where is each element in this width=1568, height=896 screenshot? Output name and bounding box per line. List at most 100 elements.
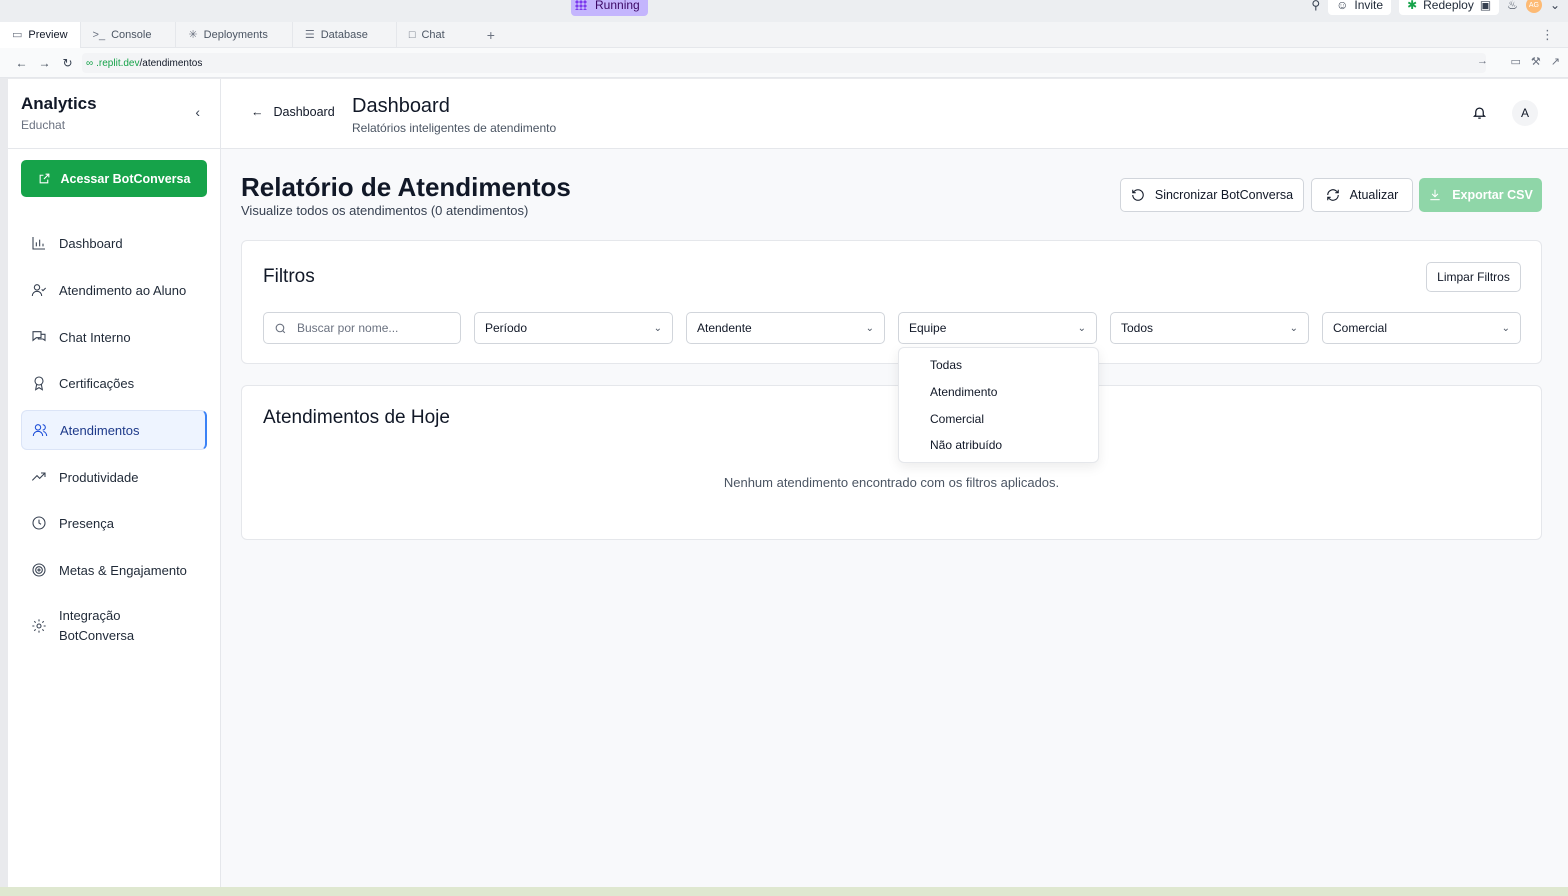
rotate-ccw-icon	[1132, 189, 1144, 201]
sidebar-item-dashboard[interactable]: Dashboard	[21, 223, 207, 263]
bottom-strip	[0, 887, 1568, 896]
sidebar-item-integracao[interactable]: Integração BotConversa	[21, 601, 207, 651]
page-header-title: Dashboard	[352, 95, 450, 117]
chevron-left-icon[interactable]: ‹	[195, 104, 200, 120]
page-title: Relatório de Atendimentos	[241, 172, 571, 202]
refresh-icon	[1326, 189, 1339, 201]
user-avatar[interactable]: AG	[1525, 0, 1542, 13]
monitor-icon: ▭	[12, 29, 23, 41]
url-domain: .replit.dev	[96, 57, 140, 69]
bell-icon[interactable]: ♨	[1507, 0, 1518, 12]
page-header-subtitle: Relatórios inteligentes de atendimento	[352, 121, 557, 135]
reload-icon[interactable]: ↻	[56, 56, 79, 70]
url-bar-actions: ▭ ⚒ ↗	[1511, 55, 1561, 68]
external-link-icon	[39, 173, 49, 184]
status-select[interactable]: Todos ⌄	[1110, 312, 1309, 344]
workspace-tabs: ▭ Preview >_ Console ✳ Deployments ☰ Databas…	[0, 21, 1568, 48]
filters-title: Filtros	[263, 266, 315, 287]
sidebar-item-integracao-label: Integração BotConversa	[59, 608, 135, 643]
copy-icon: ▣	[1479, 0, 1492, 12]
sidebar-item-certificacoes[interactable]: Certificações	[21, 363, 207, 403]
sidebar-title: Analytics	[21, 94, 97, 113]
database-icon: ☰	[304, 29, 315, 41]
back-to-dashboard-button[interactable]: ← Dashboard	[251, 105, 335, 119]
chevron-down-icon: ⌄	[865, 322, 874, 334]
refresh-button[interactable]: Atualizar	[1311, 178, 1413, 212]
equipe-option-comercial[interactable]: Comercial	[930, 412, 984, 426]
tab-chat[interactable]: □ Chat	[397, 22, 473, 48]
devices-icon[interactable]: ▭	[1511, 55, 1521, 68]
sidebar-item-metas[interactable]: Metas & Engajamento	[21, 550, 207, 590]
bell-icon[interactable]	[1472, 105, 1487, 125]
target-icon	[31, 562, 47, 578]
bar-chart-icon	[31, 235, 47, 251]
tab-console[interactable]: >_ Console	[81, 21, 177, 48]
award-icon	[31, 375, 47, 391]
chevron-down-icon[interactable]: ⌄	[1550, 0, 1560, 12]
forward-arrow-icon[interactable]: →	[33, 56, 56, 70]
search-icon[interactable]: ⚲	[1311, 0, 1320, 12]
today-title: Atendimentos de Hoje	[263, 407, 450, 428]
top-header: ← Dashboard Dashboard Relatórios intelig…	[221, 79, 1568, 149]
more-vertical-icon[interactable]: ⋮	[1541, 27, 1554, 43]
tab-database[interactable]: ☰ Database	[293, 21, 397, 48]
tab-deployments[interactable]: ✳ Deployments	[176, 21, 293, 48]
sidebar-item-presenca[interactable]: Presença	[21, 503, 207, 543]
export-csv-button[interactable]: Exportar CSV	[1419, 178, 1542, 212]
equipe-dropdown-menu: Todas Atendimento Comercial Não atribuíd…	[898, 347, 1099, 463]
back-arrow-icon[interactable]: ←	[10, 56, 33, 70]
search-input[interactable]: Buscar por nome...	[263, 312, 461, 344]
atendente-select[interactable]: Atendente ⌄	[686, 312, 885, 344]
redeploy-button[interactable]: ✱ Redeploy ▣	[1399, 0, 1500, 15]
empty-message: Nenhum atendimento encontrado com os fil…	[723, 475, 1060, 490]
users-icon	[32, 422, 48, 438]
trending-up-icon	[31, 469, 47, 485]
equipe-option-todas[interactable]: Todas	[930, 358, 962, 372]
url-input[interactable]: ∞ .replit.dev/atendimentos	[82, 53, 1486, 73]
clear-filters-button[interactable]: Limpar Filtros	[1426, 262, 1521, 292]
add-tab-button[interactable]: +	[473, 27, 509, 43]
wrench-icon[interactable]: ⚒	[1531, 55, 1541, 68]
url-path: /atendimentos	[139, 57, 203, 69]
invite-button[interactable]: ☺ Invite	[1328, 0, 1392, 15]
add-user-icon: ☺	[1336, 0, 1349, 12]
messages-icon	[31, 329, 47, 345]
system-top-bar: Running ⚲ ☺ Invite ✱ Redeploy ▣ ♨ AG ⌄	[0, 0, 1568, 22]
avatar[interactable]: A	[1512, 100, 1538, 126]
access-botconversa-button[interactable]: Acessar BotConversa	[21, 160, 207, 197]
sidebar-item-chat-interno[interactable]: Chat Interno	[21, 317, 207, 357]
sidebar-subtitle: Educhat	[21, 118, 66, 132]
equipe-option-nao-atribuido[interactable]: Não atribuído	[930, 438, 1002, 452]
deploy-icon: ✳	[188, 29, 198, 41]
settings-icon	[31, 618, 47, 634]
sidebar-item-atendimentos[interactable]: Atendimentos	[21, 410, 207, 450]
running-badge[interactable]: Running	[571, 0, 648, 16]
sync-botconversa-button[interactable]: Sincronizar BotConversa	[1120, 178, 1304, 212]
grid-icon	[575, 0, 587, 10]
setor-select[interactable]: Comercial ⌄	[1322, 312, 1521, 344]
deploy-icon: ✱	[1407, 0, 1418, 12]
sidebar-item-atendimento-aluno[interactable]: Atendimento ao Aluno	[21, 270, 207, 310]
arrow-left-icon: ←	[251, 105, 264, 119]
sidebar: Analytics Educhat ‹ Acessar BotConversa …	[8, 79, 221, 887]
external-link-icon[interactable]: ↗	[1551, 55, 1560, 68]
equipe-option-atendimento[interactable]: Atendimento	[930, 385, 997, 399]
browser-url-bar: ← → ↻ ∞ .replit.dev/atendimentos → ▭ ⚒ ↗	[0, 48, 1568, 78]
periodo-select[interactable]: Período ⌄	[474, 312, 673, 344]
today-card: Atendimentos de Hoje Nenhum atendimento …	[241, 385, 1542, 540]
download-icon	[1430, 189, 1440, 201]
filters-card: Filtros Limpar Filtros Buscar por nome..…	[241, 240, 1542, 364]
equipe-select[interactable]: Equipe ⌄	[898, 312, 1097, 344]
app-frame: Analytics Educhat ‹ Acessar BotConversa …	[8, 79, 1568, 887]
running-label: Running	[595, 0, 640, 12]
sidebar-header: Analytics Educhat ‹	[8, 79, 220, 149]
chevron-down-icon: ⌄	[1077, 322, 1086, 334]
clock-icon	[31, 515, 47, 531]
sidebar-item-produtividade[interactable]: Produtividade	[21, 457, 207, 497]
search-placeholder: Buscar por nome...	[297, 321, 399, 335]
go-arrow-icon[interactable]: →	[1477, 55, 1488, 67]
chevron-down-icon: ⌄	[653, 322, 662, 334]
tab-preview[interactable]: ▭ Preview	[0, 21, 81, 48]
link-icon: ∞	[86, 57, 94, 69]
chevron-down-icon: ⌄	[1501, 322, 1510, 334]
